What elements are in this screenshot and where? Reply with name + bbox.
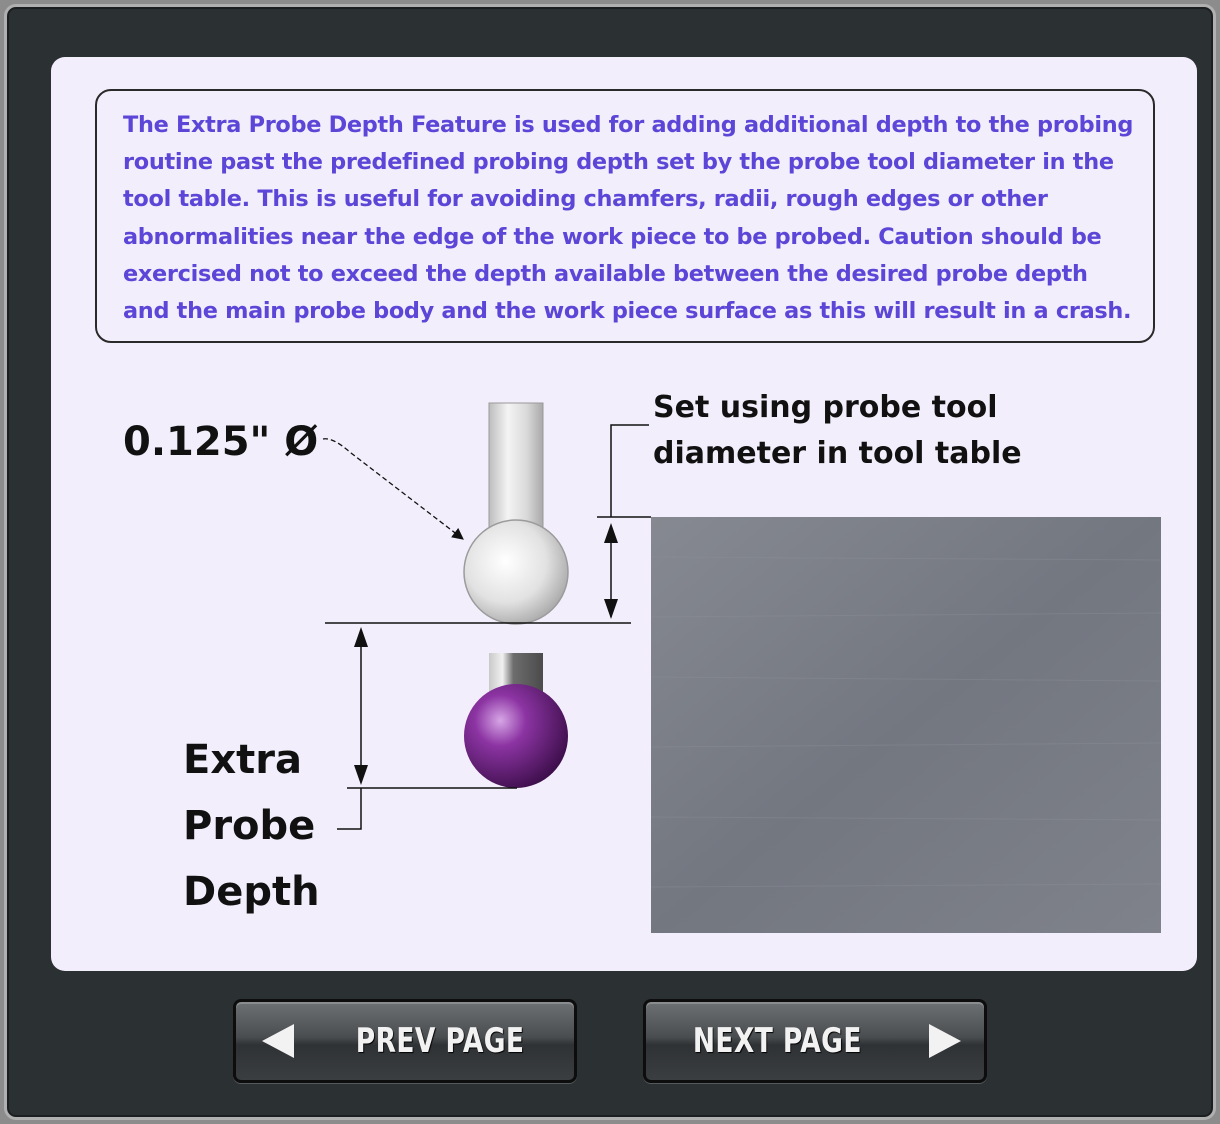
window-frame: The Extra Probe Depth Feature is used fo…	[4, 4, 1216, 1120]
extra-label-line1: Extra	[183, 737, 302, 783]
probe-depth-diagram: 0.125" Ø Set using probe tool diameter i…	[123, 390, 1162, 933]
dimension-arrow-down	[604, 599, 618, 619]
leader-extra-depth	[337, 788, 362, 830]
probe-ball-lower	[464, 684, 568, 788]
probe-ball-upper	[463, 519, 569, 625]
diameter-label: 0.125" Ø	[123, 419, 318, 465]
prev-page-button[interactable]: PREV PAGE	[233, 999, 577, 1083]
content-panel: The Extra Probe Depth Feature is used fo…	[51, 57, 1197, 971]
dimension-arrow-down-2	[354, 765, 368, 785]
set-using-label-line1: Set using probe tool	[653, 390, 998, 425]
dimension-arrow-up-2	[354, 627, 368, 647]
next-page-button[interactable]: NEXT PAGE	[643, 999, 987, 1083]
extra-label-line3: Depth	[183, 869, 320, 915]
workpiece-block	[651, 517, 1161, 933]
set-using-label-line2: diameter in tool table	[653, 436, 1022, 471]
triangle-left-icon	[261, 1024, 294, 1058]
dimension-arrow-up	[604, 523, 618, 543]
triangle-right-icon	[929, 1024, 962, 1058]
leader-set-using	[610, 424, 649, 517]
leader-diameter	[322, 438, 464, 540]
prev-page-label: PREV PAGE	[355, 1021, 525, 1061]
next-page-label: NEXT PAGE	[692, 1021, 862, 1061]
extra-label-line2: Probe	[183, 803, 315, 849]
